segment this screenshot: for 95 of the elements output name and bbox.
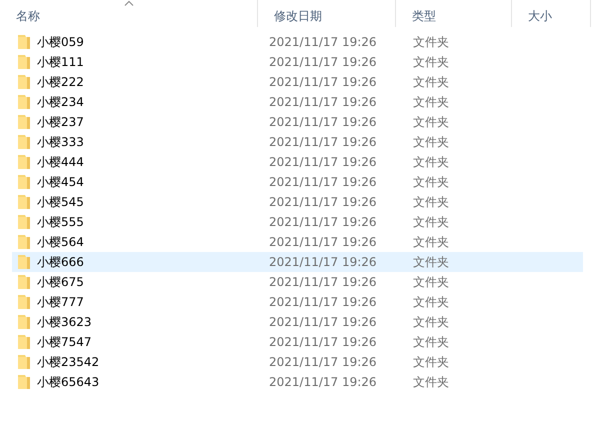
file-type: 文件夹: [413, 174, 449, 188]
file-row[interactable]: 小樱333 2021/11/17 19:26 文件夹: [12, 132, 583, 152]
folder-icon: [17, 194, 31, 210]
file-row[interactable]: 小樱65643 2021/11/17 19:26 文件夹: [12, 372, 583, 392]
file-type: 文件夹: [413, 314, 449, 328]
modified-date: 2021/11/17 19:26: [269, 55, 377, 69]
modified-date: 2021/11/17 19:26: [269, 375, 377, 389]
modified-date: 2021/11/17 19:26: [269, 35, 377, 49]
folder-icon: [17, 354, 31, 370]
folder-icon: [17, 34, 31, 50]
modified-date: 2021/11/17 19:26: [269, 175, 377, 189]
file-type: 文件夹: [413, 354, 449, 368]
file-type: 文件夹: [413, 34, 449, 48]
file-name: 小樱3623: [37, 314, 92, 330]
column-header[interactable]: 修改日期: [258, 0, 396, 27]
file-name: 小樱237: [37, 114, 84, 130]
file-type: 文件夹: [413, 274, 449, 288]
folder-icon: [17, 374, 31, 390]
file-name: 小樱555: [37, 214, 84, 230]
file-row[interactable]: 小樱3623 2021/11/17 19:26 文件夹: [12, 312, 583, 332]
file-name: 小樱454: [37, 174, 84, 190]
file-type: 文件夹: [413, 134, 449, 148]
column-header[interactable]: 大小: [512, 0, 591, 27]
modified-date: 2021/11/17 19:26: [269, 75, 377, 89]
folder-icon: [17, 134, 31, 150]
file-type: 文件夹: [413, 214, 449, 228]
file-row[interactable]: 小樱222 2021/11/17 19:26 文件夹: [12, 72, 583, 92]
file-type: 文件夹: [413, 294, 449, 308]
file-name: 小樱059: [37, 34, 84, 50]
file-name: 小樱222: [37, 74, 84, 90]
file-row[interactable]: 小樱777 2021/11/17 19:26 文件夹: [12, 292, 583, 312]
file-name: 小樱666: [37, 254, 84, 270]
folder-icon: [17, 114, 31, 130]
folder-icon: [17, 294, 31, 310]
file-type: 文件夹: [413, 254, 449, 268]
folder-icon: [17, 174, 31, 190]
modified-date: 2021/11/17 19:26: [269, 95, 377, 109]
file-type: 文件夹: [413, 94, 449, 108]
file-name: 小樱7547: [37, 334, 92, 350]
modified-date: 2021/11/17 19:26: [269, 235, 377, 249]
file-name: 小樱444: [37, 154, 84, 170]
file-name: 小樱111: [37, 54, 84, 70]
folder-icon: [17, 154, 31, 170]
file-row[interactable]: 小樱555 2021/11/17 19:26 文件夹: [12, 212, 583, 232]
file-row[interactable]: 小樱666 2021/11/17 19:26 文件夹: [12, 252, 583, 272]
file-row[interactable]: 小樱564 2021/11/17 19:26 文件夹: [12, 232, 583, 252]
modified-date: 2021/11/17 19:26: [269, 115, 377, 129]
file-name: 小樱234: [37, 94, 84, 110]
column-header[interactable]: 名称: [0, 0, 258, 27]
file-row[interactable]: 小樱545 2021/11/17 19:26 文件夹: [12, 192, 583, 212]
column-header[interactable]: 类型: [396, 0, 512, 27]
modified-date: 2021/11/17 19:26: [269, 355, 377, 369]
folder-icon: [17, 234, 31, 250]
file-type: 文件夹: [413, 74, 449, 88]
file-row[interactable]: 小樱7547 2021/11/17 19:26 文件夹: [12, 332, 583, 352]
folder-icon: [17, 74, 31, 90]
file-row[interactable]: 小樱444 2021/11/17 19:26 文件夹: [12, 152, 583, 172]
file-name: 小樱777: [37, 294, 84, 310]
sort-caret-icon: [124, 0, 134, 6]
folder-icon: [17, 94, 31, 110]
file-type: 文件夹: [413, 114, 449, 128]
file-name: 小樱545: [37, 194, 84, 210]
modified-date: 2021/11/17 19:26: [269, 195, 377, 209]
folder-icon: [17, 214, 31, 230]
file-type: 文件夹: [413, 334, 449, 348]
modified-date: 2021/11/17 19:26: [269, 335, 377, 349]
file-name: 小樱65643: [37, 374, 100, 390]
file-name: 小樱675: [37, 274, 84, 290]
file-row[interactable]: 小樱111 2021/11/17 19:26 文件夹: [12, 52, 583, 72]
file-row[interactable]: 小樱237 2021/11/17 19:26 文件夹: [12, 112, 583, 132]
file-name: 小樱333: [37, 134, 84, 150]
modified-date: 2021/11/17 19:26: [269, 135, 377, 149]
folder-icon: [17, 314, 31, 330]
modified-date: 2021/11/17 19:26: [269, 295, 377, 309]
file-row[interactable]: 小樱454 2021/11/17 19:26 文件夹: [12, 172, 583, 192]
file-type: 文件夹: [413, 54, 449, 68]
file-name: 小樱564: [37, 234, 84, 250]
modified-date: 2021/11/17 19:26: [269, 155, 377, 169]
file-name: 小樱23542: [37, 354, 100, 370]
file-row[interactable]: 小樱059 2021/11/17 19:26 文件夹: [12, 32, 583, 52]
file-row[interactable]: 小樱234 2021/11/17 19:26 文件夹: [12, 92, 583, 112]
folder-icon: [17, 334, 31, 350]
folder-icon: [17, 54, 31, 70]
modified-date: 2021/11/17 19:26: [269, 255, 377, 269]
modified-date: 2021/11/17 19:26: [269, 315, 377, 329]
file-type: 文件夹: [413, 234, 449, 248]
file-type: 文件夹: [413, 154, 449, 168]
folder-icon: [17, 254, 31, 270]
file-type: 文件夹: [413, 374, 449, 388]
file-type: 文件夹: [413, 194, 449, 208]
modified-date: 2021/11/17 19:26: [269, 275, 377, 289]
file-row[interactable]: 小樱23542 2021/11/17 19:26 文件夹: [12, 352, 583, 372]
folder-icon: [17, 274, 31, 290]
file-row[interactable]: 小樱675 2021/11/17 19:26 文件夹: [12, 272, 583, 292]
modified-date: 2021/11/17 19:26: [269, 215, 377, 229]
